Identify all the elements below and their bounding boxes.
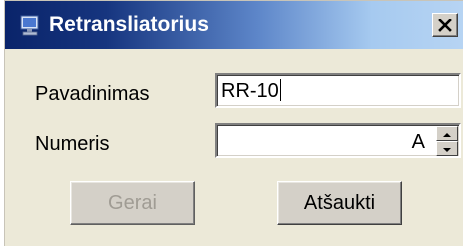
name-label: Pavadinimas (35, 83, 150, 105)
computer-icon (19, 14, 41, 36)
window-title: Retransliatorius (49, 13, 209, 36)
close-button[interactable] (432, 13, 458, 37)
name-input[interactable]: RR-10 (215, 73, 461, 108)
ok-button[interactable]: Gerai (70, 181, 195, 225)
text-caret (279, 79, 281, 101)
title-bar[interactable]: Retransliatorius (5, 1, 463, 49)
cancel-button[interactable]: Atšaukti (277, 181, 402, 225)
name-input-value: RR-10 (221, 80, 279, 102)
spin-down-button[interactable] (436, 141, 458, 156)
number-spinbox[interactable]: A (215, 123, 461, 158)
number-label: Numeris (35, 133, 110, 155)
number-value: A (411, 131, 425, 153)
close-icon (438, 18, 452, 32)
spin-down-icon (442, 140, 452, 158)
dialog-window: Retransliatorius Pavadinimas RR-10 Numer… (4, 0, 463, 246)
